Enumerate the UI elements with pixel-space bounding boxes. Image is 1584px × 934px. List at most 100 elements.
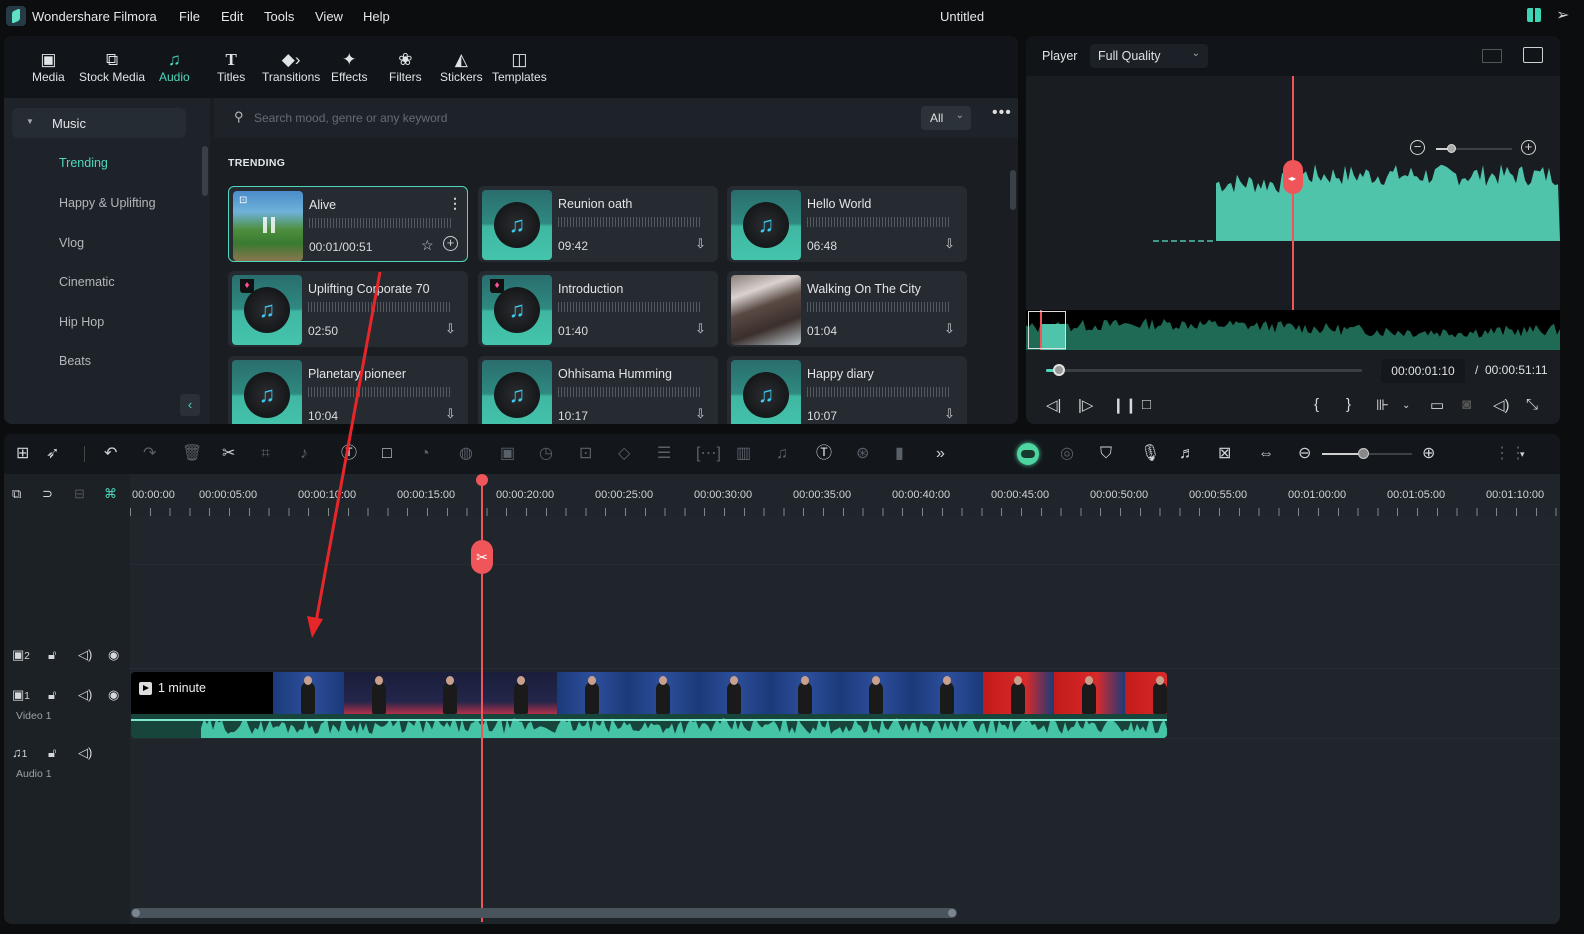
filter-dropdown[interactable]: All ⌄ bbox=[921, 106, 971, 130]
split-scissors-icon[interactable]: ✂ bbox=[222, 444, 235, 464]
sidebar-scrollbar[interactable] bbox=[202, 146, 208, 196]
download-icon[interactable]: ⇩ bbox=[695, 236, 706, 252]
add-track-icon[interactable]: ⧉ bbox=[12, 486, 21, 502]
menu-tools[interactable]: Tools bbox=[264, 9, 294, 24]
download-icon[interactable]: ⇩ bbox=[695, 406, 706, 422]
timeline-zoom-knob[interactable] bbox=[1358, 448, 1369, 459]
crop-icon[interactable]: ⌗ bbox=[261, 444, 270, 464]
track-card[interactable]: ♫ ♦ Uplifting Corporate 70 02:50 ⇩ bbox=[228, 271, 468, 347]
snapshot-camera-icon[interactable]: ◙ bbox=[1462, 396, 1471, 413]
time-ruler[interactable]: 00:00:00 00:00:05:00 00:00:10:00 00:00:15:0… bbox=[130, 474, 1560, 516]
menu-help[interactable]: Help bbox=[363, 9, 390, 24]
clip-volume-line[interactable] bbox=[131, 719, 1167, 721]
empty-track-area[interactable] bbox=[130, 516, 1560, 564]
tab-media[interactable]: ▣ Media bbox=[32, 50, 65, 84]
tab-audio[interactable]: ♫ Audio bbox=[159, 50, 190, 84]
category-beats[interactable]: Beats bbox=[59, 354, 91, 368]
download-icon[interactable]: ⇩ bbox=[944, 236, 955, 252]
pause-icon[interactable]: ❙❙ bbox=[1112, 396, 1137, 414]
display-settings-icon[interactable]: ▭ bbox=[1430, 396, 1444, 414]
menu-view[interactable]: View bbox=[315, 9, 343, 24]
previous-frame-icon[interactable]: ◁| bbox=[1046, 396, 1061, 414]
playback-progress-knob[interactable] bbox=[1053, 364, 1065, 376]
redo-icon[interactable]: ↷ bbox=[143, 444, 156, 464]
transform-icon[interactable]: □ bbox=[382, 444, 392, 464]
microphone-icon[interactable]: 🎙 bbox=[1140, 444, 1160, 464]
collapse-sidebar-button[interactable]: ‹ bbox=[180, 394, 200, 416]
download-icon[interactable]: ⇩ bbox=[695, 321, 706, 337]
search-input[interactable] bbox=[254, 108, 854, 128]
category-happy-uplifting[interactable]: Happy & Uplifting bbox=[59, 196, 156, 210]
snap-icon[interactable]: ⌘ bbox=[104, 486, 117, 502]
track-card[interactable]: ♫ Happy diary 10:07 ⇩ bbox=[727, 356, 967, 424]
download-icon[interactable]: ⇩ bbox=[445, 321, 456, 337]
audio-stretch-icon[interactable]: ♫ bbox=[776, 444, 788, 464]
track-layout-chevron-icon[interactable]: ▾ bbox=[1520, 444, 1525, 464]
audio-scope-icon[interactable] bbox=[1523, 47, 1543, 63]
track-1-mute-icon[interactable]: ◁) bbox=[78, 687, 92, 703]
tab-effects[interactable]: ✦ Effects bbox=[331, 50, 367, 84]
track-card[interactable]: ⊡ Alive 00:01/00:51 ⋮ ☆ + bbox=[228, 186, 468, 262]
mark-out-icon[interactable]: } bbox=[1346, 396, 1351, 413]
audio-track-1-lane[interactable] bbox=[130, 738, 1560, 924]
category-hip-hop[interactable]: Hip Hop bbox=[59, 315, 104, 329]
card-menu-icon[interactable]: ⋮ bbox=[448, 195, 462, 212]
audio-waveform-preview[interactable]: ◂▸ − + bbox=[1026, 76, 1560, 310]
layout-grid-icon[interactable] bbox=[1482, 49, 1502, 63]
quality-dropdown[interactable]: Full Quality ⌄ bbox=[1090, 44, 1208, 68]
layout-icon[interactable]: ⊞ bbox=[16, 444, 29, 464]
timeline-zoom-in-icon[interactable]: ⊕ bbox=[1422, 444, 1435, 464]
volume-icon[interactable]: ◁) bbox=[1493, 396, 1510, 414]
delete-icon[interactable]: 🗑 bbox=[182, 444, 202, 464]
playhead-handle[interactable] bbox=[476, 474, 488, 486]
category-trending[interactable]: Trending bbox=[59, 156, 108, 170]
menu-edit[interactable]: Edit bbox=[221, 9, 243, 24]
ai-copilot-icon[interactable]: [⋯] bbox=[696, 444, 721, 464]
more-options-icon[interactable]: ••• bbox=[992, 104, 1012, 122]
download-icon[interactable]: ⇩ bbox=[944, 321, 955, 337]
ai-track-icon[interactable]: ⊠ bbox=[1218, 444, 1231, 464]
waveform-zoom-in-icon[interactable]: + bbox=[1521, 140, 1536, 155]
freeze-frame-icon[interactable]: ▮ bbox=[895, 444, 904, 464]
audio-track-mute-icon[interactable]: ◁) bbox=[78, 745, 92, 761]
track-card[interactable]: ♫ ♦ Introduction 01:40 ⇩ bbox=[478, 271, 718, 347]
ai-portrait-icon[interactable]: ▣ bbox=[500, 444, 515, 464]
download-icon[interactable]: ⇩ bbox=[445, 406, 456, 422]
waveform-overview[interactable] bbox=[1026, 310, 1560, 350]
video-clip[interactable]: 1 minute bbox=[131, 672, 1167, 738]
fullscreen-icon[interactable]: ⤡ bbox=[1526, 396, 1538, 413]
text-icon[interactable]: Ⓣ bbox=[341, 444, 357, 464]
timeline-horizontal-scrollbar[interactable] bbox=[131, 908, 957, 918]
track-card[interactable]: ♫ Reunion oath 09:42 ⇩ bbox=[478, 186, 718, 262]
auto-reframe-icon[interactable]: ⊡ bbox=[579, 444, 592, 464]
gift-icon[interactable] bbox=[1527, 8, 1541, 22]
add-to-timeline-icon[interactable]: + bbox=[443, 236, 458, 251]
menu-file[interactable]: File bbox=[179, 9, 200, 24]
render-preview-icon[interactable]: ◎ bbox=[1060, 444, 1074, 464]
tab-stock-media[interactable]: ⧉ Stock Media bbox=[79, 50, 145, 84]
undo-icon[interactable]: ↶ bbox=[104, 444, 117, 464]
select-tool-icon[interactable]: ➶ bbox=[46, 444, 59, 464]
playback-progress-track[interactable] bbox=[1046, 369, 1362, 372]
track-2-lock-icon[interactable]: 🔓︎ bbox=[48, 647, 56, 663]
favorite-star-icon[interactable]: ☆ bbox=[421, 237, 434, 254]
track-card[interactable]: ♫ Ohhisama Humming 10:17 ⇩ bbox=[478, 356, 718, 424]
download-icon[interactable]: ⇩ bbox=[944, 406, 955, 422]
timer-icon[interactable]: ◷ bbox=[539, 444, 553, 464]
insert-to-timeline-icon[interactable]: ⊪ bbox=[1376, 396, 1389, 414]
more-tools-icon[interactable]: » bbox=[936, 444, 945, 464]
tab-templates[interactable]: ◫ Templates bbox=[492, 50, 547, 84]
preview-zoom-icon[interactable]: ⊡ bbox=[239, 195, 247, 206]
tab-titles[interactable]: T Titles bbox=[217, 50, 245, 84]
timeline-zoom-out-icon[interactable]: ⊖ bbox=[1298, 444, 1311, 464]
track-2-mute-icon[interactable]: ◁) bbox=[78, 647, 92, 663]
music-group-header[interactable]: ▼ Music bbox=[12, 108, 186, 138]
ai-assistant-icon[interactable] bbox=[1017, 443, 1039, 465]
tab-stickers[interactable]: ◭ Stickers bbox=[440, 50, 483, 84]
waveform-zoom-knob[interactable] bbox=[1447, 144, 1456, 153]
text-to-speech-icon[interactable]: ⊛ bbox=[856, 444, 869, 464]
speed-icon[interactable]: ◔ bbox=[420, 444, 430, 464]
video-track-2-lane[interactable] bbox=[130, 564, 1560, 668]
speech-to-text-icon[interactable]: Ⓣ bbox=[816, 444, 832, 464]
insert-options-chevron-icon[interactable]: ⌄ bbox=[1402, 400, 1410, 411]
